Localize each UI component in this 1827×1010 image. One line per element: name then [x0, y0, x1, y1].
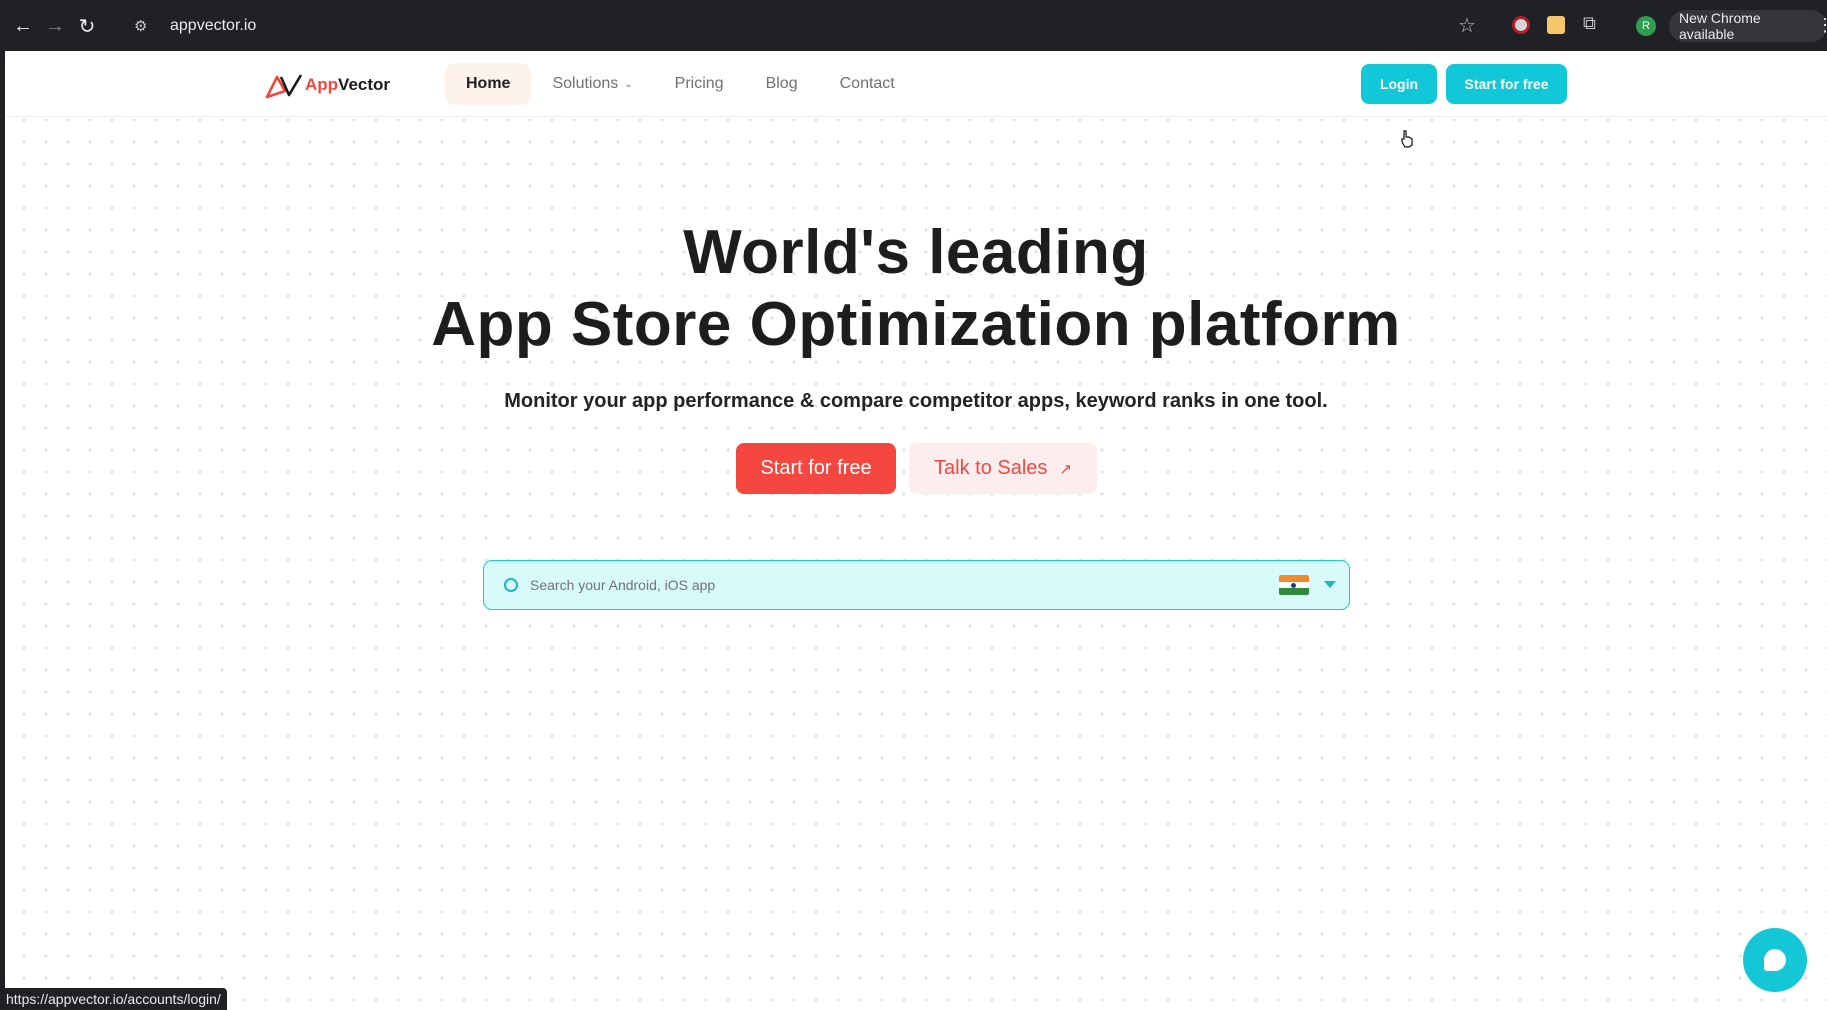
nav-solutions-label: Solutions [552, 75, 619, 92]
nav-blog[interactable]: Blog [745, 63, 819, 105]
chat-widget-button[interactable] [1743, 928, 1807, 992]
nav-blog-label: Blog [765, 75, 798, 92]
nav-home-label: Home [466, 75, 511, 92]
address-url[interactable]: appvector.io [170, 17, 256, 35]
nav-contact[interactable]: Contact [819, 63, 916, 105]
site-info-icon[interactable]: ⚙ [134, 17, 158, 35]
hero-title-line2: App Store Optimization platform [431, 290, 1401, 359]
menu-icon[interactable]: ⋮ [1816, 15, 1827, 36]
chat-icon [1764, 949, 1786, 971]
extension-icon[interactable] [1547, 16, 1565, 34]
forward-icon[interactable]: → [40, 11, 70, 41]
hand-cursor-icon [1401, 130, 1413, 148]
address-bar[interactable]: ⚙ appvector.io [126, 9, 1416, 43]
talk-to-sales-label: Talk to Sales [934, 457, 1048, 479]
bookmark-star-icon[interactable]: ☆ [1458, 13, 1476, 38]
nav-pricing[interactable]: Pricing [654, 63, 745, 105]
site-header: AppVector Home Solutions ⌄ Pricing Blog C… [5, 51, 1827, 117]
nav-contact-label: Contact [839, 75, 895, 92]
login-button[interactable]: Login [1361, 64, 1437, 104]
start-free-button[interactable]: Start for free [736, 443, 896, 494]
link-status-bar: https://appvector.io/accounts/login/ [0, 988, 227, 1010]
search-input[interactable] [530, 577, 1230, 593]
logo-text-vector: Vector [338, 75, 391, 94]
hero-subtitle: Monitor your app performance & compare c… [504, 390, 1328, 412]
nav-solutions[interactable]: Solutions ⌄ [531, 63, 653, 105]
app-search-bar[interactable] [483, 560, 1350, 610]
logo[interactable]: AppVector [265, 71, 390, 99]
hero-title-line1: World's leading [683, 218, 1149, 287]
nav-home[interactable]: Home [445, 63, 532, 105]
page: AppVector Home Solutions ⌄ Pricing Blog C… [5, 51, 1827, 1010]
profile-avatar[interactable]: R [1636, 16, 1656, 36]
logo-text-app: App [305, 75, 339, 94]
main-nav: Home Solutions ⌄ Pricing Blog Contact [445, 63, 916, 105]
talk-to-sales-button[interactable]: Talk to Sales ↗ [909, 443, 1097, 494]
india-flag-icon[interactable] [1279, 575, 1309, 595]
country-dropdown-caret-icon[interactable] [1324, 581, 1336, 588]
logo-text: AppVector [305, 75, 390, 95]
back-icon[interactable]: ← [8, 11, 38, 41]
reload-icon[interactable]: ↻ [72, 11, 102, 41]
nav-pricing-label: Pricing [674, 75, 724, 92]
browser-toolbar: ← → ↻ ⚙ appvector.io ☆ ⧉ R New Chrome av… [0, 0, 1827, 51]
start-free-label: Start for free [760, 457, 872, 479]
logo-mark-icon [265, 74, 303, 99]
update-chrome-button[interactable]: New Chrome available [1669, 10, 1827, 42]
chevron-down-icon: ⌄ [624, 78, 633, 90]
search-icon [504, 578, 518, 592]
extensions-puzzle-icon[interactable]: ⧉ [1583, 13, 1596, 34]
extension-icon[interactable] [1512, 16, 1530, 34]
arrow-up-right-icon: ↗ [1059, 460, 1072, 478]
header-start-free-button[interactable]: Start for free [1446, 64, 1567, 104]
